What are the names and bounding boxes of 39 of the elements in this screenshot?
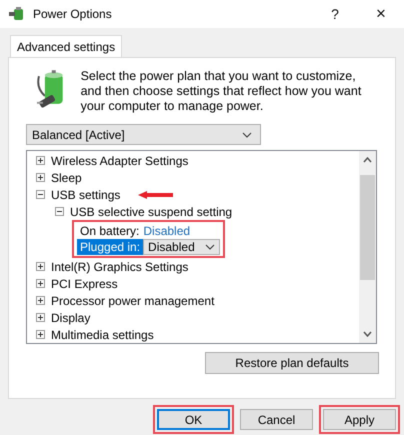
- expand-icon[interactable]: [36, 173, 45, 182]
- chevron-down-icon: [205, 244, 215, 250]
- expand-icon[interactable]: [36, 279, 45, 288]
- dialog-button[interactable]: Apply: [323, 409, 396, 430]
- close-button[interactable]: ×: [358, 0, 404, 28]
- tab[interactable]: Advanced settings: [10, 35, 122, 57]
- tree-item[interactable]: USB settings: [51, 188, 120, 202]
- expand-icon[interactable]: [36, 296, 45, 305]
- tree-item[interactable]: Display: [51, 310, 90, 324]
- setting-value-link[interactable]: Disabled: [142, 224, 190, 238]
- collapse-icon[interactable]: [36, 190, 45, 199]
- tree-item[interactable]: Wireless Adapter Settings: [51, 154, 188, 168]
- tree-item[interactable]: Multimedia settings: [51, 328, 154, 342]
- dialog-button[interactable]: Cancel: [240, 409, 313, 430]
- help-button[interactable]: ?: [312, 0, 358, 28]
- tree-item[interactable]: Processor power management: [51, 294, 214, 308]
- tree-item[interactable]: USB selective suspend setting: [70, 204, 232, 218]
- chevron-down-icon: [242, 132, 252, 138]
- scroll-up-icon[interactable]: [363, 157, 372, 163]
- plan-dropdown[interactable]: Balanced [Active]: [26, 124, 261, 145]
- description-text: Select the power plan that you want to customize, and then choose settings that reflect how you want your computer to manage power.: [80, 69, 362, 114]
- tree-item[interactable]: Intel(R) Graphics Settings: [51, 260, 188, 274]
- dialog-button[interactable]: OK: [157, 409, 230, 430]
- tree-item[interactable]: PCI Express: [51, 276, 118, 290]
- scroll-down-icon[interactable]: [363, 331, 372, 337]
- setting-dropdown[interactable]: Disabled: [143, 239, 220, 255]
- setting-label[interactable]: On battery:: [77, 223, 142, 239]
- tree-item[interactable]: Sleep: [51, 170, 82, 184]
- scrollbar[interactable]: [359, 151, 376, 343]
- expand-icon[interactable]: [36, 313, 45, 322]
- restore-defaults-button[interactable]: Restore plan defaults: [205, 352, 379, 374]
- expand-icon[interactable]: [36, 262, 45, 271]
- power-plug-icon: [8, 6, 26, 22]
- window-title: Power Options: [33, 7, 113, 21]
- expand-icon[interactable]: [36, 330, 45, 339]
- collapse-icon[interactable]: [55, 207, 64, 216]
- setting-label[interactable]: Plugged in:: [77, 239, 144, 255]
- arrow-icon: [138, 190, 174, 198]
- expand-icon[interactable]: [36, 156, 45, 165]
